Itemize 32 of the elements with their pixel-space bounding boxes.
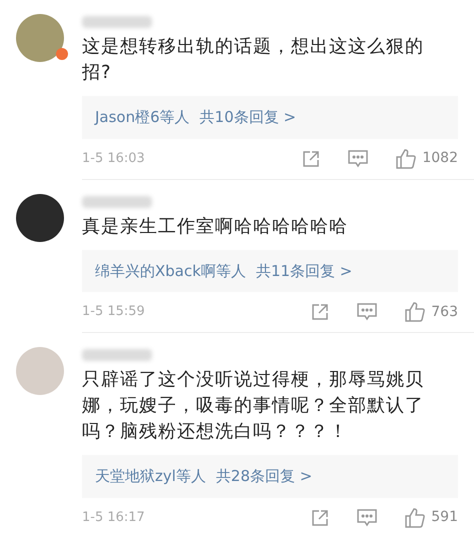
comment-text: 真是亲生工作室啊哈哈哈哈哈哈: [82, 214, 349, 238]
replies-link[interactable]: 天堂地狱zyl等人 共28条回复 >: [82, 455, 458, 498]
share-icon[interactable]: [310, 508, 330, 528]
replies-link[interactable]: 绵羊兴的Xback啊等人 共11条回复 >: [82, 250, 458, 292]
badge-icon: [56, 48, 68, 60]
avatar[interactable]: [16, 194, 64, 242]
comment-time: 1-5 16:17: [82, 508, 146, 527]
replies-link[interactable]: Jason橙6等人 共10条回复 >: [82, 96, 458, 138]
reply-count: 共28条回复 >: [216, 466, 312, 487]
comment-icon[interactable]: [356, 508, 378, 528]
like-count: 591: [431, 508, 458, 527]
reply-users: Jason橙6等人: [95, 107, 190, 128]
share-icon[interactable]: [301, 148, 322, 168]
like-count: 1082: [422, 149, 458, 168]
comment-time: 1-5 15:59: [82, 303, 146, 322]
like-count: 763: [431, 302, 458, 322]
comment-icon[interactable]: [347, 148, 370, 168]
comment-time: 1-5 16:03: [82, 150, 146, 168]
reply-users: 天堂地狱zyl等人: [95, 466, 206, 487]
reply-users: 绵羊兴的Xback啊等人: [95, 260, 246, 282]
comment-text: 只辟谣了这个没听说过得梗，那辱骂姚贝娜，玩嫂子，吸毒的事情呢？全部默认了吗？脑残粉还想洗白吗？？？！: [82, 368, 425, 444]
blurred-username: [82, 16, 152, 28]
reply-count: 共11条回复 >: [256, 260, 352, 282]
share-icon[interactable]: [310, 302, 330, 322]
blurred-username: [82, 196, 152, 208]
comment-icon[interactable]: [356, 302, 378, 322]
reply-count: 共10条回复 >: [200, 107, 296, 128]
comment-text: 这是想转移出轨的话题，想出这这么狠的招?: [82, 35, 425, 85]
thumbs-up-icon[interactable]: [395, 148, 418, 170]
thumbs-up-icon[interactable]: [404, 506, 426, 528]
blurred-username: [82, 349, 152, 361]
thumbs-up-icon[interactable]: [404, 301, 426, 323]
